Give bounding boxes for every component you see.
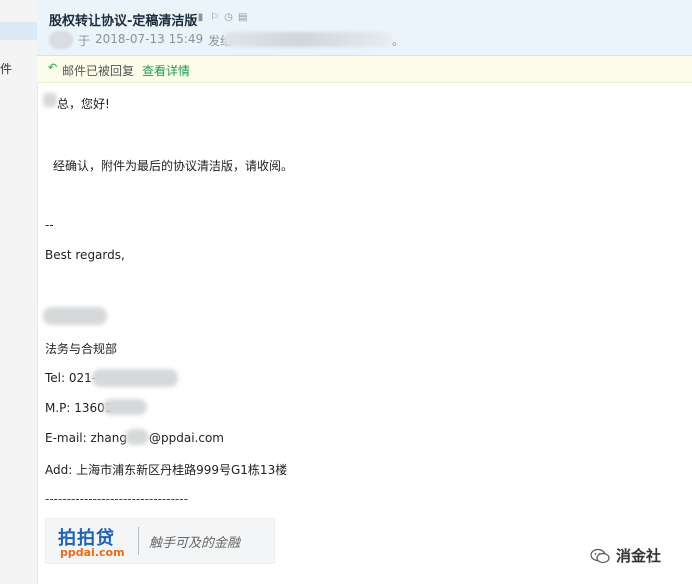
address-text: Add: 上海市浦东新区丹桂路999号G1栋13楼 bbox=[45, 463, 288, 477]
mail-datetime: 2018-07-13 15:49 bbox=[95, 32, 204, 46]
sender-redacted bbox=[49, 31, 73, 49]
logo-brand-en: ppdai.com bbox=[60, 546, 125, 559]
selected-folder-highlight[interactable] bbox=[0, 22, 37, 40]
reply-icon: ↶ bbox=[48, 61, 58, 74]
flag-icon[interactable]: ▮ bbox=[196, 12, 205, 24]
department-text: 法务与合规部 bbox=[45, 342, 118, 356]
clock-icon[interactable]: ◷ bbox=[224, 12, 233, 24]
company-logo: 拍拍贷 ppdai.com 触手可及的金融 bbox=[45, 518, 275, 564]
dash-separator: --------------------------------- bbox=[45, 492, 188, 506]
mail-subject: 股权转让协议-定稿清洁版 bbox=[49, 14, 198, 29]
recipient-redacted bbox=[224, 32, 392, 47]
watermark-text: 消金社 bbox=[616, 547, 662, 565]
mail-meta: 于 2018-07-13 15:49 发给 bbox=[78, 32, 232, 49]
date-prefix: 于 bbox=[78, 34, 91, 48]
tel-text: Tel: 021- bbox=[45, 371, 97, 385]
regards-text: Best regards, bbox=[45, 248, 125, 262]
signer-name-redacted bbox=[43, 307, 107, 325]
follow-flag-icon[interactable]: ⚐ bbox=[210, 12, 219, 24]
header-icon-group: ▮ ⚐ ◷ ▤ bbox=[196, 12, 248, 24]
folder-sidebar: 件 bbox=[0, 0, 38, 584]
email-redacted bbox=[125, 429, 149, 445]
print-icon[interactable]: ▤ bbox=[238, 12, 247, 24]
email-domain[interactable]: @ppdai.com bbox=[149, 431, 224, 445]
mail-header: 股权转让协议-定稿清洁版 ▮ ⚐ ◷ ▤ 于 2018-07-13 15:49 … bbox=[37, 0, 692, 56]
logo-slogan: 触手可及的金融 bbox=[149, 536, 241, 551]
recipient-tail: 。 bbox=[392, 34, 405, 48]
logo-divider bbox=[138, 527, 139, 555]
name-redacted bbox=[43, 93, 57, 107]
email-prefix: E-mail: zhang bbox=[45, 431, 127, 445]
wechat-icon bbox=[590, 548, 610, 563]
body-line-1: 经确认，附件为最后的协议清洁版，请收阅。 bbox=[53, 159, 294, 173]
greeting-text: 总，您好! bbox=[57, 97, 110, 111]
mobile-redacted bbox=[103, 399, 147, 415]
reply-notice-bar: ↶ 邮件已被回复 查看详情 bbox=[37, 56, 692, 83]
wechat-watermark: 消金社 bbox=[590, 545, 661, 566]
reply-notice-text: 邮件已被回复 bbox=[62, 64, 135, 78]
sidebar-partial-label[interactable]: 件 bbox=[0, 60, 12, 77]
tel-redacted bbox=[92, 369, 178, 387]
signature-separator: -- bbox=[45, 218, 54, 232]
view-details-link[interactable]: 查看详情 bbox=[142, 62, 190, 79]
